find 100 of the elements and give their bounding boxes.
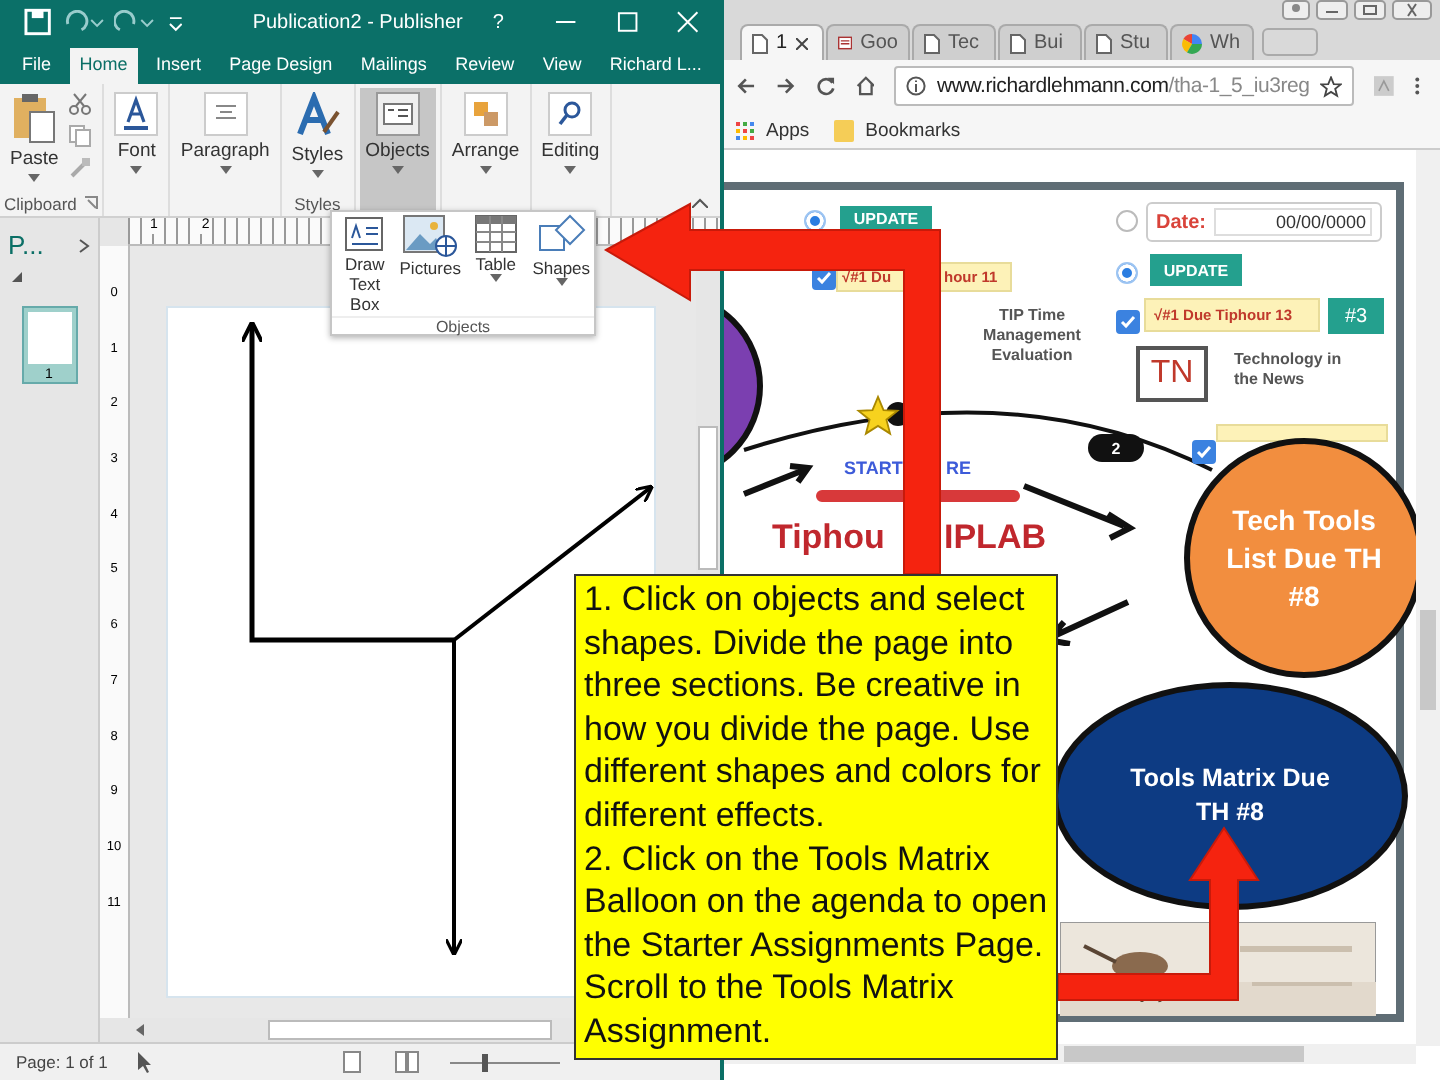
profile-icon[interactable] <box>1282 0 1310 20</box>
align-icon <box>203 92 248 136</box>
scrollbar-thumb[interactable] <box>1064 1046 1304 1062</box>
ribbon-button[interactable]: Paragraph <box>174 88 276 216</box>
customize-icon[interactable] <box>167 12 183 32</box>
group-label: Clipboard <box>4 193 77 213</box>
ribbon-tab[interactable]: Insert <box>145 48 211 84</box>
caret-icon <box>219 166 232 174</box>
ribbon-button[interactable]: Objects <box>359 88 436 216</box>
minimize-icon[interactable] <box>1316 0 1348 20</box>
font-color-icon <box>114 92 159 136</box>
star-icon[interactable] <box>1319 75 1342 97</box>
scroll-left-icon[interactable] <box>132 1022 148 1038</box>
bookmark-link[interactable]: Apps <box>766 119 810 141</box>
menu-icon[interactable] <box>1413 74 1420 98</box>
radio-button[interactable] <box>804 210 826 232</box>
star-icon <box>856 394 900 438</box>
group-label: Styles <box>294 193 341 213</box>
caret-icon <box>311 170 324 178</box>
ribbon-tab[interactable]: Page Design <box>219 48 343 84</box>
logo-text: IPLAB <box>944 518 1046 558</box>
browser-tab[interactable]: Bui <box>998 24 1082 60</box>
scissors-icon[interactable] <box>68 92 93 116</box>
page-count: Page: 1 of 1 <box>16 1052 108 1072</box>
page-icon <box>752 33 768 53</box>
browser-tab[interactable]: 1 <box>740 24 824 60</box>
caret-icon <box>391 166 404 174</box>
redo-icon[interactable] <box>114 10 158 34</box>
browser-tab[interactable]: Tec <box>912 24 996 60</box>
vertical-scrollbar[interactable] <box>1416 150 1440 1046</box>
info-icon[interactable] <box>906 76 927 96</box>
close-icon[interactable] <box>795 37 808 49</box>
reload-icon[interactable] <box>815 74 836 98</box>
document-icon <box>838 34 853 52</box>
checkbox[interactable] <box>1116 310 1140 334</box>
colored-circle-icon <box>1182 33 1202 53</box>
tools-matrix-balloon[interactable]: Tools Matrix Due TH #8 <box>1052 682 1408 910</box>
browser-tab[interactable]: Stu <box>1084 24 1168 60</box>
page-icon <box>1010 33 1026 53</box>
forward-icon[interactable] <box>775 74 796 98</box>
start-label: START <box>844 458 903 478</box>
tn-logo: TN <box>1136 346 1208 402</box>
styles-icon <box>293 92 342 140</box>
number-badge: #3 <box>1328 298 1384 334</box>
ribbon-button[interactable]: Editing <box>535 88 606 216</box>
ribbon-button[interactable]: Styles <box>285 88 350 190</box>
group-label: Objects <box>332 316 594 336</box>
step-badge: 2 <box>1088 434 1144 462</box>
extension-icon[interactable] <box>1373 74 1394 98</box>
radio-button[interactable] <box>1116 262 1138 284</box>
pane-title: P... <box>8 230 44 260</box>
dialog-launcher-icon[interactable] <box>84 196 99 210</box>
instruction-note: 1. Click on objects and select shapes. Divide the page into three sections. Be creative in how you divide the page. Use different shapes and colors for different effects. 2. Click on the Tools Matrix Balloon on the agenda to open the Starter Assignments Page. Scroll to the Tools Matrix Assignment. <box>574 574 1058 1060</box>
window-title: Publication2 - Publisher <box>250 11 463 33</box>
evaluation-label: TIP Time Management Evaluation <box>981 306 1083 366</box>
ribbon-tab[interactable]: Home <box>69 48 138 84</box>
back-icon[interactable] <box>736 74 756 98</box>
maximize-icon[interactable] <box>615 10 639 34</box>
help-button[interactable]: ? <box>472 11 524 33</box>
start-label: RE <box>946 458 972 478</box>
caret-icon <box>564 166 577 174</box>
scrollbar-thumb[interactable] <box>268 1020 552 1040</box>
two-page-view-icon[interactable] <box>394 1050 422 1074</box>
date-field[interactable]: Date: 00/00/0000 <box>1146 202 1382 242</box>
home-icon[interactable] <box>855 74 875 98</box>
caret-icon <box>479 166 492 174</box>
ribbon-button[interactable]: Font <box>108 88 165 216</box>
collapse-ribbon-icon[interactable] <box>692 198 708 208</box>
search-icon <box>548 92 593 136</box>
scrollbar-thumb[interactable] <box>698 426 718 570</box>
ribbon-tab[interactable]: Mailings <box>350 48 437 84</box>
logo-text: Tiphou <box>772 518 885 558</box>
caret-icon <box>489 274 502 282</box>
text-box-icon <box>375 92 420 136</box>
bookmark-folder[interactable]: Bookmarks <box>865 119 961 141</box>
clipboard-icon <box>10 92 59 144</box>
single-page-view-icon[interactable] <box>338 1050 366 1074</box>
radio-button[interactable] <box>1116 210 1138 232</box>
save-icon[interactable] <box>24 8 52 36</box>
apps-grid-icon[interactable] <box>736 121 754 139</box>
undo-icon[interactable] <box>61 10 105 34</box>
folder-icon <box>833 119 854 141</box>
ribbon-tab[interactable]: Richard L... <box>599 48 712 84</box>
news-label: Technology in the News <box>1234 350 1344 390</box>
ribbon-tab[interactable]: View <box>532 48 592 84</box>
ribbon-tab[interactable]: Review <box>445 48 525 84</box>
restore-icon[interactable] <box>1354 0 1386 20</box>
page-icon <box>924 33 940 53</box>
browser-tab[interactable]: Wh <box>1170 24 1254 60</box>
ribbon-tab[interactable]: File <box>12 48 62 84</box>
browser-tab[interactable]: Goo <box>826 24 910 60</box>
close-icon[interactable] <box>1392 0 1432 20</box>
page-icon <box>1096 33 1112 53</box>
paste-button[interactable]: Paste <box>4 88 65 190</box>
collapse-icon[interactable] <box>12 272 22 282</box>
address-bar[interactable]: www.richardlehmann.com/tha-1_5_iu3reg <box>894 66 1354 106</box>
checkbox[interactable] <box>1192 440 1216 464</box>
arrange-icon <box>463 92 508 136</box>
caret-icon <box>555 278 568 286</box>
expand-icon[interactable] <box>78 237 90 253</box>
